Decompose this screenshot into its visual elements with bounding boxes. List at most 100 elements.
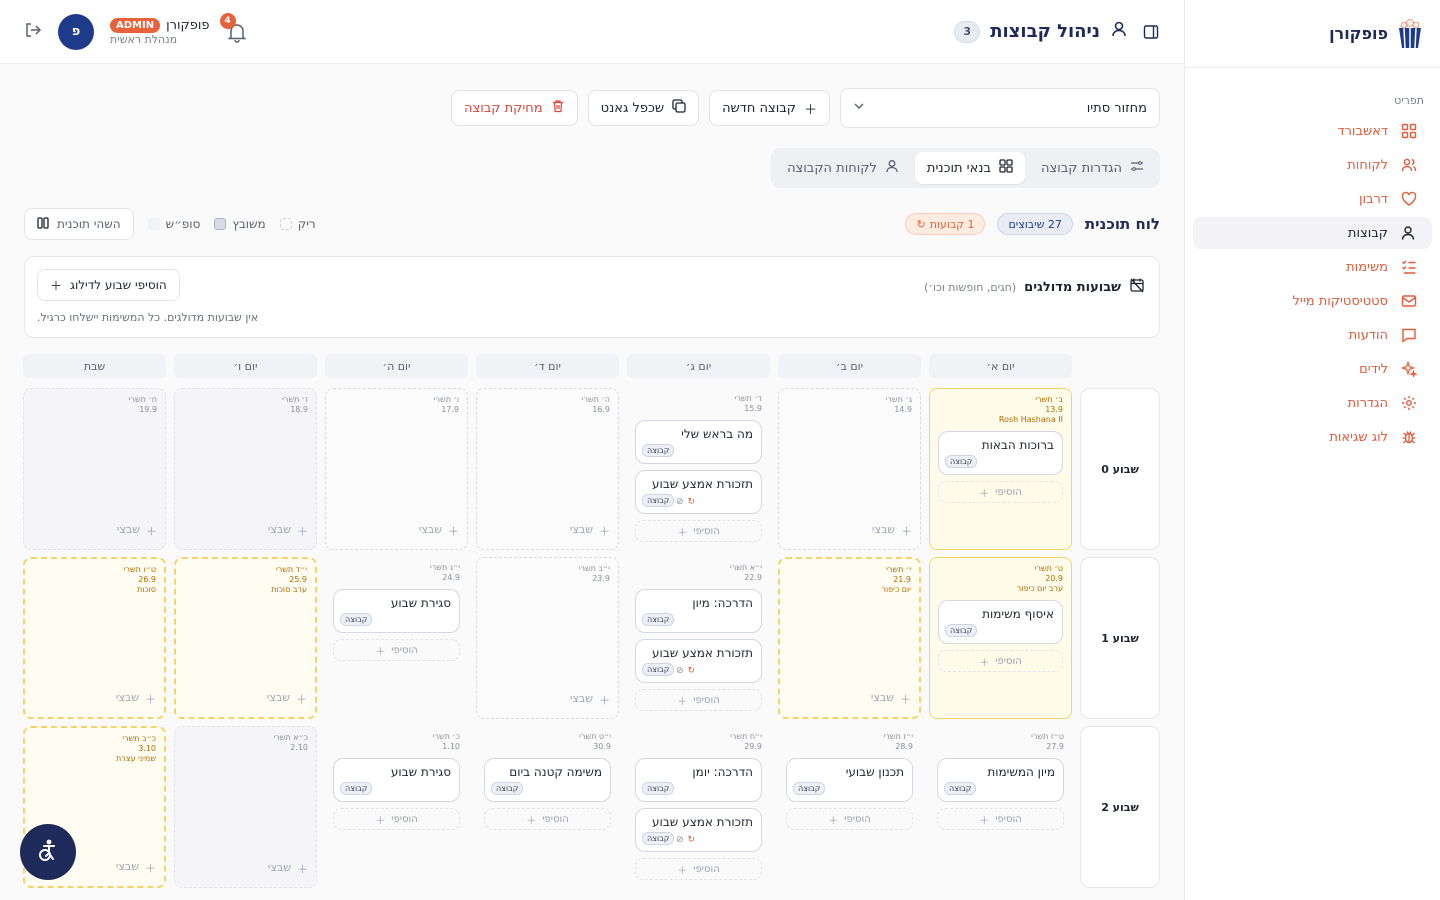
add-task-button[interactable]: הוסיפי ＋ (938, 650, 1063, 672)
task-card[interactable]: תכנון שבועי קבוצה (786, 758, 913, 802)
tab-group-clients[interactable]: לקוחות הקבוצה (775, 152, 911, 184)
task-card[interactable]: תזכורת אמצע שבוע קבוצה ↻ ⊘ (635, 639, 762, 683)
notifications-button[interactable]: 4 (219, 12, 248, 43)
day-cell[interactable]: כ׳ תשרי 1.10 סגירת שבוע קבוצה הוסיפי ＋ (325, 726, 468, 888)
assign-button[interactable]: ＋ שבצי (570, 523, 610, 539)
gregorian-date: 14.9 (894, 405, 912, 414)
sidebar-toggle-icon[interactable] (1142, 23, 1160, 41)
task-card[interactable]: תזכורת אמצע שבוע קבוצה ↻ ⊘ (635, 470, 762, 514)
accessibility-button[interactable] (20, 824, 76, 880)
assign-button[interactable]: ＋ שבצי (267, 691, 307, 707)
task-card[interactable]: מה בראש שלי קבוצה (635, 420, 762, 464)
avatar[interactable]: פ (58, 13, 94, 50)
day-cell[interactable]: ט״ו תשרי 26.9 סוכות ＋ שבצי (23, 557, 166, 719)
task-card[interactable]: מיון המשימות קבוצה (937, 758, 1064, 802)
task-card[interactable]: סגירת שבוע קבוצה (333, 758, 460, 802)
task-card[interactable]: ברוכות הבאות קבוצה (938, 431, 1063, 475)
day-cell[interactable]: י״ז תשרי 28.9 תכנון שבועי קבוצה הוסיפי ＋ (778, 726, 921, 888)
day-cell[interactable]: ט״ז תשרי 27.9 מיון המשימות קבוצה הוסיפי ＋ (929, 726, 1072, 888)
day-header: יום ד׳ (476, 354, 619, 378)
day-cell[interactable]: י״ד תשרי 25.9 ערב סוכות ＋ שבצי (174, 557, 317, 719)
sidebar-item-settings[interactable]: הגדרות (1193, 387, 1432, 419)
hebrew-date: י״ט תשרי (579, 732, 611, 741)
add-task-button[interactable]: הוסיפי ＋ (635, 520, 762, 542)
add-task-button[interactable]: הוסיפי ＋ (786, 808, 913, 830)
assign-button[interactable]: ＋ שבצי (268, 861, 308, 877)
day-cell[interactable]: ב׳ תשרי 13.9 Rosh Hashana II ברוכות הבאות קב… (929, 388, 1072, 550)
skipped-weeks-title: שבועות מדולגים (1024, 279, 1121, 295)
legend-weekend-swatch (147, 218, 160, 230)
task-card[interactable]: משימה קטנה ביום קבוצה (484, 758, 611, 802)
add-skip-week-button[interactable]: הוסיפי שבוע לדילוג ＋ (37, 269, 180, 301)
day-cell[interactable]: ו׳ תשרי 17.9 ＋ שבצי (325, 388, 468, 550)
sidebar-item-bug[interactable]: לוג שגיאות (1193, 421, 1432, 453)
repeating-count-label: 1 קבועות (929, 217, 975, 231)
popcorn-logo-icon (1396, 18, 1424, 50)
sidebar-item-list-check[interactable]: משימות (1193, 251, 1432, 283)
add-task-button[interactable]: הוסיפי ＋ (484, 808, 611, 830)
task-card[interactable]: הדרכה: יומן קבוצה (635, 758, 762, 802)
new-group-button[interactable]: ＋ קבוצה חדשה (709, 90, 830, 126)
add-task-button[interactable]: הוסיפי ＋ (937, 808, 1064, 830)
task-card[interactable]: תזכורת אמצע שבוע קבוצה ↻ ⊘ (635, 808, 762, 852)
plus-icon: ＋ (145, 862, 156, 875)
assign-button[interactable]: ＋ שבצי (570, 692, 610, 708)
day-cell[interactable]: ט׳ תשרי 20.9 ערב יום כיפור איסוף משימות קבוצ… (929, 557, 1072, 719)
assign-label: שבצי (115, 691, 139, 704)
tab-plan-builder[interactable]: בנאי תוכנית (914, 152, 1025, 184)
assign-button[interactable]: ＋ שבצי (268, 523, 308, 539)
hebrew-date: י״ד תשרי (275, 565, 307, 574)
day-cell[interactable]: י״ב תשרי 23.9 ＋ שבצי (476, 557, 619, 719)
sliders-icon (1130, 159, 1144, 177)
sidebar-item-mail[interactable]: סטטיסטיקות מייל (1193, 285, 1432, 317)
day-cell[interactable]: ח׳ תשרי 19.9 ＋ שבצי (23, 388, 166, 550)
heart-icon (1400, 190, 1418, 208)
day-cell[interactable]: ה׳ תשרי 16.9 ＋ שבצי (476, 388, 619, 550)
task-card[interactable]: הדרכה: מיון קבוצה (635, 589, 762, 633)
add-task-button[interactable]: הוסיפי ＋ (635, 689, 762, 711)
hebrew-date: ט״ו תשרי (123, 565, 156, 574)
add-task-button[interactable]: הוסיפי ＋ (938, 481, 1063, 503)
sidebar-item-users[interactable]: לקוחות (1193, 149, 1432, 181)
holiday-name: Rosh Hashana II (998, 415, 1063, 424)
sidebar-item-sparkle[interactable]: לידים (1193, 353, 1432, 385)
day-cell[interactable]: ד׳ תשרי 15.9 מה בראש שלי קבוצה תזכורת אמצע ש… (627, 388, 770, 550)
sidebar-item-heart[interactable]: דרבון (1193, 183, 1432, 215)
sidebar-item-message[interactable]: הודעות (1193, 319, 1432, 351)
assign-button[interactable]: ＋ שבצי (116, 691, 156, 707)
logout-icon[interactable] (24, 21, 42, 43)
day-cell[interactable]: י׳ תשרי 21.9 יום כיפור ＋ שבצי (778, 557, 921, 719)
repeating-count-badge: 1 קבועות ↻ (905, 213, 986, 235)
hide-plan-button[interactable]: השהי תוכנית (24, 208, 134, 240)
gregorian-date: 29.9 (744, 742, 762, 751)
copy-gantt-label: שכפל גאנט (600, 100, 665, 116)
task-card[interactable]: איסוף משימות קבוצה (938, 600, 1063, 644)
day-cell[interactable]: כ״א תשרי 2.10 ＋ שבצי (174, 726, 317, 888)
day-cell[interactable]: ג׳ תשרי 14.9 ＋ שבצי (778, 388, 921, 550)
grid-corner (1080, 354, 1160, 378)
task-card[interactable]: סגירת שבוע קבוצה (333, 589, 460, 633)
day-cell[interactable]: י״ג תשרי 24.9 סגירת שבוע קבוצה הוסיפי ＋ (325, 557, 468, 719)
skipped-weeks-subtitle: (חגים, חופשות וכו׳) (924, 280, 1017, 294)
assign-button[interactable]: ＋ שבצי (419, 523, 459, 539)
add-task-button[interactable]: הוסיפי ＋ (333, 808, 460, 830)
add-task-button[interactable]: הוסיפי ＋ (333, 639, 460, 661)
group-count-badge: 3 (954, 20, 981, 43)
cycle-select[interactable]: מחזור סתיו (840, 88, 1160, 128)
assign-button[interactable]: ＋ שבצי (116, 860, 156, 876)
copy-gantt-button[interactable]: שכפל גאנט (587, 90, 700, 126)
delete-group-button[interactable]: מחיקת קבוצה (451, 90, 578, 126)
assign-button[interactable]: ＋ שבצי (117, 523, 157, 539)
brand[interactable]: פופקורן (1185, 0, 1440, 68)
assign-button[interactable]: ＋ שבצי (872, 523, 912, 539)
day-cell[interactable]: י״ט תשרי 30.9 משימה קטנה ביום קבוצה הוסיפי ＋ (476, 726, 619, 888)
day-cell[interactable]: ז׳ תשרי 18.9 ＋ שבצי (174, 388, 317, 550)
day-cell[interactable]: י״ח תשרי 29.9 הדרכה: יומן קבוצה תזכורת אמצע … (627, 726, 770, 888)
day-cell[interactable]: י״א תשרי 22.9 הדרכה: מיון קבוצה תזכורת אמצע … (627, 557, 770, 719)
add-task-button[interactable]: הוסיפי ＋ (635, 858, 762, 880)
gregorian-date: 13.9 (1045, 405, 1063, 414)
assign-button[interactable]: ＋ שבצי (871, 691, 911, 707)
tab-group-settings[interactable]: הגדרות קבוצה (1029, 152, 1156, 184)
sidebar-item-user-group[interactable]: קבוצות (1193, 217, 1432, 249)
sidebar-item-grid[interactable]: דאשבורד (1193, 115, 1432, 147)
